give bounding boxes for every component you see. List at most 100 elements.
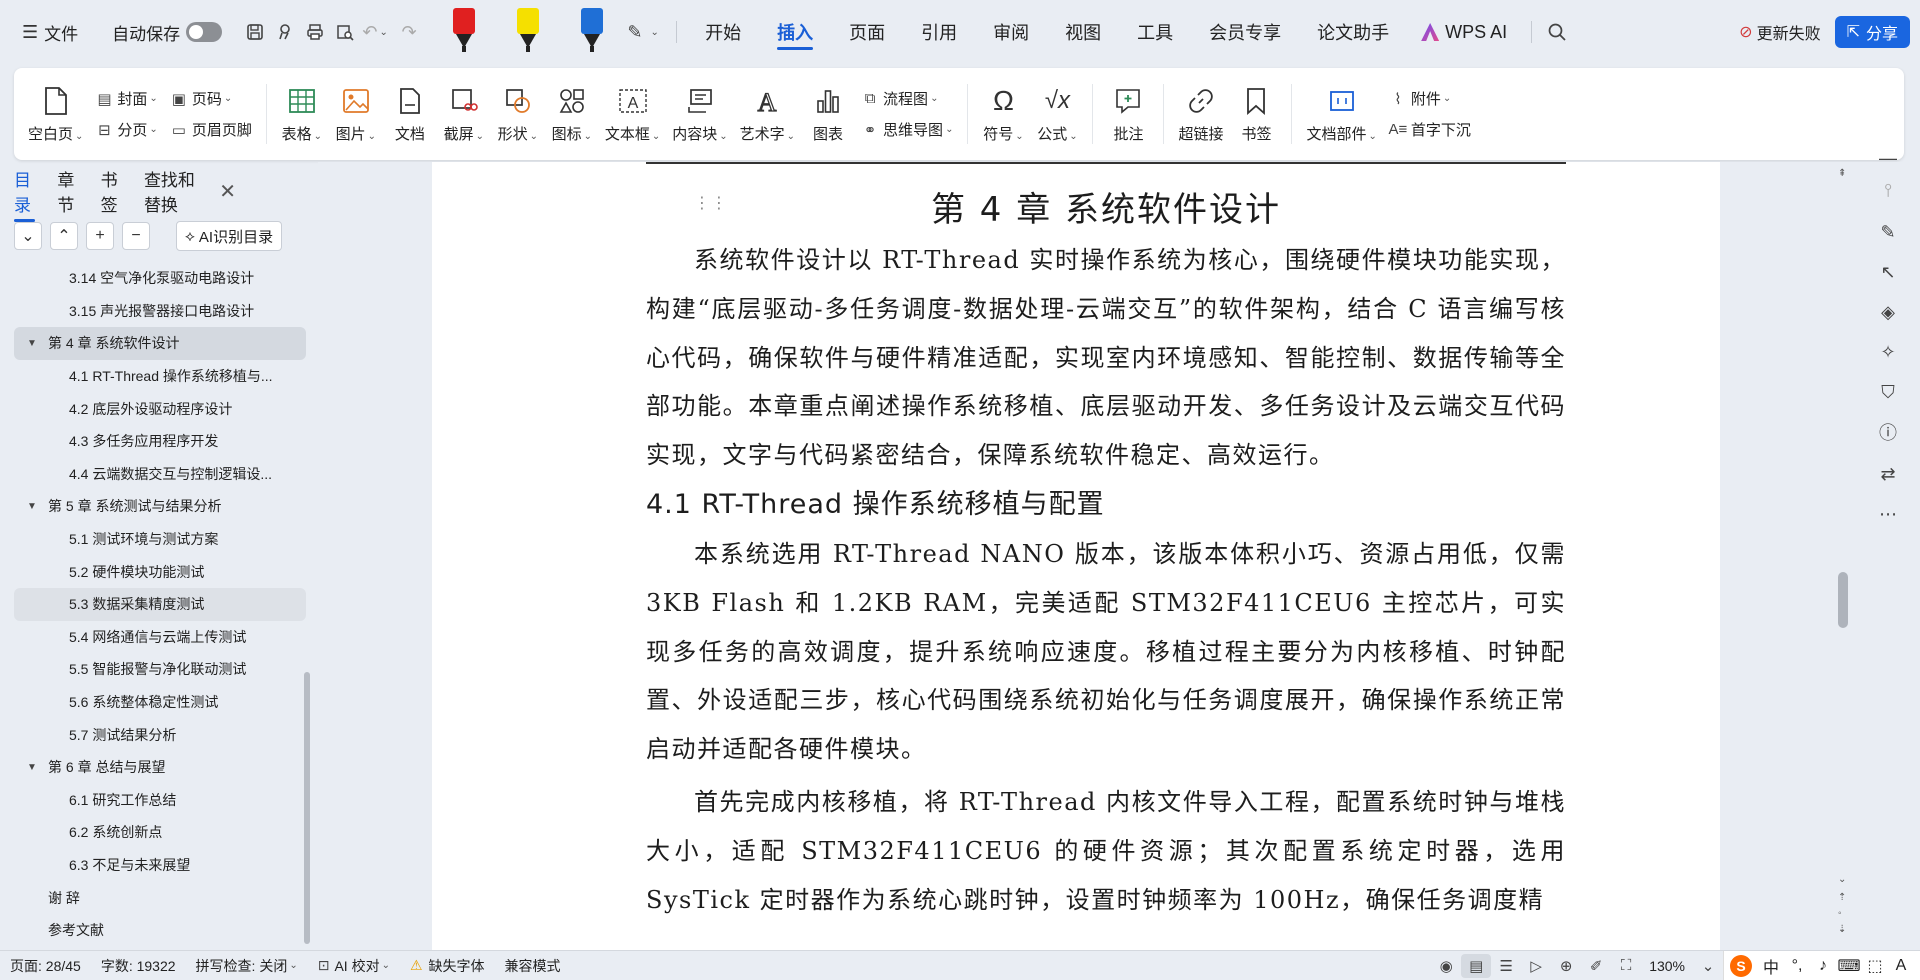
page-view-icon[interactable]: ▤ <box>1461 953 1492 978</box>
toc-section-item[interactable]: 4.3 多任务应用程序开发 <box>14 425 306 458</box>
translate-icon[interactable]: ⇄ <box>1874 460 1902 488</box>
toc-section-item[interactable]: 5.7 测试结果分析 <box>14 718 306 751</box>
toc-section-item[interactable]: 5.1 测试环境与测试方案 <box>14 523 306 556</box>
document-body[interactable]: 第 4 章 系统软件设计 系统软件设计以 RT-Thread 实时操作系统为核心… <box>646 186 1566 924</box>
table-button[interactable]: 表格 ⌄ <box>275 85 329 144</box>
toc-section-item[interactable]: 4.4 云端数据交互与控制逻辑设... <box>14 458 306 491</box>
formula-button[interactable]: √x 公式 ⌄ <box>1030 85 1084 144</box>
menu-tab-member[interactable]: 会员专享 <box>1191 12 1299 52</box>
expand-arrow-icon[interactable]: ▼ <box>22 501 42 512</box>
menu-tab-insert[interactable]: 插入 <box>759 12 831 52</box>
wps-ai-button[interactable]: WPS AI <box>1407 22 1521 43</box>
close-icon[interactable]: ✕ <box>219 179 236 204</box>
page-number-button[interactable]: ▣ 页码 ⌄ <box>170 88 252 109</box>
scroll-top-icon[interactable]: ⇞ <box>1838 168 1846 179</box>
punctuation-icon[interactable]: °, <box>1784 957 1810 975</box>
scroll-down-icon[interactable]: ⌄ <box>1838 874 1846 885</box>
more-icon[interactable]: ⋯ <box>1874 500 1902 528</box>
outline-view-icon[interactable]: ☰ <box>1491 957 1521 975</box>
toc-section-item[interactable]: 6.1 研究工作总结 <box>14 784 306 817</box>
fit-page-icon[interactable]: ⛶ <box>1611 957 1641 974</box>
redo-icon[interactable]: ↷ <box>394 17 424 47</box>
toc-section-item[interactable]: 5.4 网络通信与云端上传测试 <box>14 621 306 654</box>
toc-section-item[interactable]: 5.6 系统整体稳定性测试 <box>14 686 306 719</box>
zoom-dropdown-icon[interactable]: ⌄ <box>1693 957 1723 975</box>
nav-tab-chapters[interactable]: 章节 <box>57 158 78 224</box>
nav-tab-bookmarks[interactable]: 书签 <box>101 158 122 224</box>
chart-button[interactable]: 图表 <box>801 85 855 144</box>
bookmark-button[interactable]: 书签 <box>1229 85 1283 144</box>
collapse-icon[interactable]: — <box>1874 144 1902 172</box>
nav-tab-find-replace[interactable]: 查找和替换 <box>144 158 197 224</box>
page-indicator[interactable]: 页面: 28/45 <box>0 951 91 980</box>
prev-page-icon[interactable]: ⇡ <box>1838 892 1846 903</box>
play-icon[interactable]: ▷ <box>1521 957 1551 975</box>
format-painter-icon[interactable] <box>270 17 300 47</box>
sogou-logo-icon[interactable]: S <box>1730 954 1752 977</box>
picture-button[interactable]: 图片 ⌄ <box>329 85 383 144</box>
ai-format-icon[interactable]: ◈ <box>1874 298 1902 326</box>
microphone-icon[interactable]: ♪ <box>1810 957 1836 975</box>
sparkle-icon[interactable]: ✧ <box>1874 338 1902 366</box>
zoom-level[interactable]: 130% <box>1641 958 1693 974</box>
shape-button[interactable]: 形状 ⌄ <box>491 85 545 144</box>
toc-chapter-item[interactable]: 参考文献 <box>14 914 306 947</box>
scrollbar-thumb[interactable] <box>1838 572 1848 628</box>
eye-protection-icon[interactable]: ◉ <box>1431 957 1461 975</box>
mindmap-button[interactable]: ⚭ 思维导图 ⌄ <box>861 119 954 140</box>
pen-icon[interactable]: ✎ <box>1874 218 1902 246</box>
nav-scrollbar[interactable] <box>304 672 310 944</box>
wordart-button[interactable]: A 艺术字 ⌄ <box>734 85 801 144</box>
save-icon[interactable] <box>240 17 270 47</box>
ink-pen-icon[interactable]: ✎ ⌄ <box>627 17 658 47</box>
content-block-button[interactable]: 内容块 ⌄ <box>666 85 733 144</box>
ai-assistant-icon[interactable]: A <box>1888 957 1914 975</box>
word-count[interactable]: 字数: 19322 <box>91 951 186 980</box>
menu-tab-page[interactable]: 页面 <box>831 12 903 52</box>
menu-tab-paper-assistant[interactable]: 论文助手 <box>1299 12 1407 52</box>
toc-section-item[interactable]: 3.14 空气净化泵驱动电路设计 <box>14 262 306 295</box>
doc-parts-button[interactable]: 文档部件 ⌄ <box>1300 85 1382 144</box>
section-break-button[interactable]: ⊟ 分页 ⌄ <box>95 119 158 140</box>
minus-icon[interactable]: − <box>122 222 150 250</box>
autosave-toggle[interactable] <box>186 22 223 42</box>
toc-chapter-item[interactable]: ▼ 第 4 章 系统软件设计 <box>14 327 306 360</box>
file-menu[interactable]: ☰ 文件 <box>14 12 86 52</box>
toc-section-item[interactable]: 6.2 系统创新点 <box>14 816 306 849</box>
chevron-down-icon[interactable]: ⌄ <box>14 222 42 250</box>
document-button[interactable]: 文档 <box>383 85 437 144</box>
yellow-highlighter-icon[interactable] <box>496 4 560 60</box>
edit-pen-icon[interactable]: ✐ <box>1581 957 1611 975</box>
blue-marker-icon[interactable] <box>560 4 624 60</box>
missing-font-warning[interactable]: ⚠ 缺失字体 <box>400 951 495 980</box>
share-button[interactable]: ⇱ 分享 <box>1834 16 1910 48</box>
toc-section-item[interactable]: 3.15 声光报警器接口电路设计 <box>14 295 306 328</box>
header-footer-button[interactable]: ▭ 页眉页脚 <box>170 119 252 140</box>
menu-tab-review[interactable]: 审阅 <box>975 12 1047 52</box>
textbox-button[interactable]: A 文本框 ⌄ <box>599 85 666 144</box>
help-icon[interactable]: ⓘ <box>1874 418 1902 446</box>
cover-button[interactable]: ▤ 封面 ⌄ <box>95 88 158 109</box>
ai-toc-button[interactable]: ⟡ AI识别目录 <box>176 221 283 251</box>
print-icon[interactable] <box>300 17 330 47</box>
document-page[interactable]: ⋮⋮ 第 4 章 系统软件设计 系统软件设计以 RT-Thread 实时操作系统… <box>432 162 1720 950</box>
toc-chapter-item[interactable]: ▼ 第 5 章 系统测试与结果分析 <box>14 490 306 523</box>
spell-check-status[interactable]: 拼写检查: 关闭 ⌄ <box>186 951 308 980</box>
print-preview-icon[interactable] <box>330 17 360 47</box>
screenshot-button[interactable]: 截屏 ⌄ <box>437 85 491 144</box>
toc-section-item[interactable]: 5.3 数据采集精度测试 <box>14 587 306 621</box>
search-icon[interactable] <box>1542 17 1572 47</box>
expand-arrow-icon[interactable]: ▼ <box>22 338 42 349</box>
flowchart-button[interactable]: ⧉ 流程图 ⌄ <box>861 88 953 109</box>
keyboard-icon[interactable]: ⌨ <box>1836 956 1862 976</box>
menu-tab-references[interactable]: 引用 <box>903 12 975 52</box>
comment-button[interactable]: 批注 <box>1101 85 1155 144</box>
red-marker-icon[interactable] <box>432 4 496 60</box>
attachment-button[interactable]: ⌇ 附件 ⌄ <box>1389 88 1471 109</box>
toc-chapter-item[interactable]: 谢 辞 <box>14 881 306 914</box>
web-view-icon[interactable]: ⊕ <box>1551 957 1581 975</box>
symbol-button[interactable]: Ω 符号 ⌄ <box>976 85 1030 144</box>
menu-tab-home[interactable]: 开始 <box>687 12 759 52</box>
toc-section-item[interactable]: 5.2 硬件模块功能测试 <box>14 555 306 588</box>
toc-chapter-item[interactable]: ▼ 第 6 章 总结与展望 <box>14 751 306 784</box>
